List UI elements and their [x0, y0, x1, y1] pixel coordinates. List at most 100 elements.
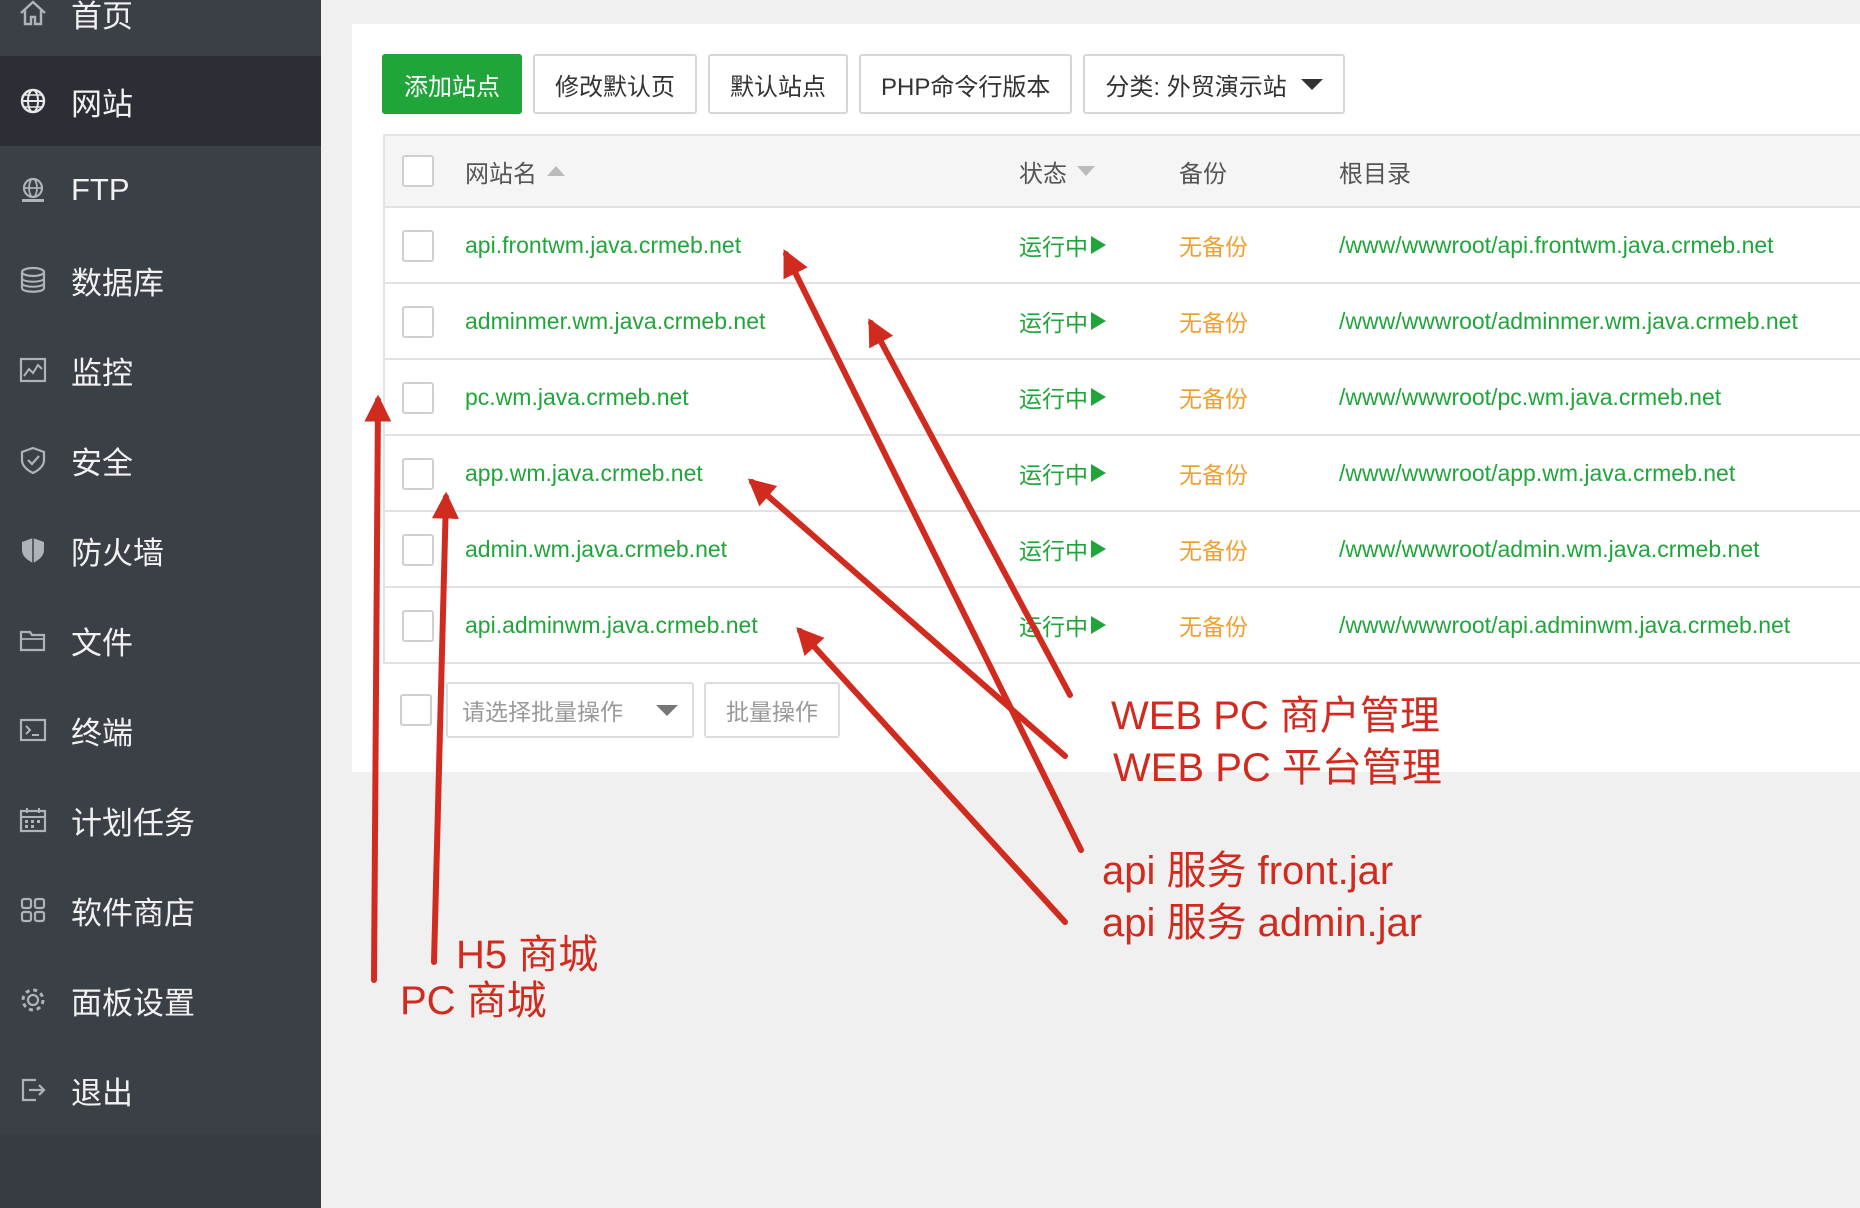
sidebar-item-label: 防火墙	[71, 535, 164, 571]
site-toolbar: 添加站点 修改默认页 默认站点 PHP命令行版本 分类: 外贸演示站	[382, 54, 1345, 114]
site-name-link[interactable]: app.wm.java.crmeb.net	[465, 436, 703, 510]
table-row: api.adminwm.java.crmeb.net 运行中 无备份 /www/…	[383, 588, 1860, 664]
sidebar-item-label: 首页	[71, 0, 133, 34]
batch-operation-button[interactable]: 批量操作	[704, 682, 840, 738]
sidebar-item-cron[interactable]: 计划任务	[0, 775, 321, 865]
category-filter-label: 分类: 外贸演示站	[1105, 73, 1287, 101]
site-status-label: 运行中	[1019, 538, 1088, 564]
sidebar-item-settings[interactable]: 面板设置	[0, 955, 321, 1045]
home-icon	[17, 0, 49, 29]
sidebar-item-firewall[interactable]: 防火墙	[0, 505, 321, 595]
column-header-name[interactable]: 网站名	[465, 136, 565, 206]
play-icon	[1091, 616, 1106, 634]
row-checkbox[interactable]	[402, 230, 434, 262]
select-all-checkbox[interactable]	[402, 155, 434, 187]
sidebar-item-database[interactable]: 数据库	[0, 235, 321, 325]
table-row: adminmer.wm.java.crmeb.net 运行中 无备份 /www/…	[383, 284, 1860, 360]
site-name-link[interactable]: adminmer.wm.java.crmeb.net	[465, 284, 765, 358]
sidebar-item-files[interactable]: 文件	[0, 595, 321, 685]
site-root-link[interactable]: /www/wwwroot/app.wm.java.crmeb.net	[1339, 436, 1735, 510]
apps-grid-icon	[17, 894, 49, 926]
shield-check-icon	[17, 444, 49, 476]
column-header-status-label: 状态	[1019, 160, 1067, 188]
edit-default-page-button[interactable]: 修改默认页	[533, 54, 697, 114]
sidebar-item-terminal[interactable]: 终端	[0, 685, 321, 775]
sidebar-item-label: 安全	[71, 445, 133, 481]
site-table: 网站名 状态 备份 根目录 api.frontwm.java.crmeb.net…	[383, 134, 1860, 664]
row-checkbox[interactable]	[402, 306, 434, 338]
site-root-link[interactable]: /www/wwwroot/admin.wm.java.crmeb.net	[1339, 512, 1760, 586]
play-icon	[1091, 540, 1106, 558]
site-backup-link[interactable]: 无备份	[1179, 436, 1248, 510]
table-header: 网站名 状态 备份 根目录	[383, 136, 1860, 208]
site-backup-link[interactable]: 无备份	[1179, 284, 1248, 358]
column-header-name-label: 网站名	[465, 160, 537, 188]
sidebar-item-monitor[interactable]: 监控	[0, 325, 321, 415]
default-site-button[interactable]: 默认站点	[708, 54, 848, 114]
sidebar-item-website[interactable]: 网站	[0, 56, 321, 146]
site-name-link[interactable]: api.frontwm.java.crmeb.net	[465, 208, 741, 282]
sidebar-item-home[interactable]: 首页	[0, 0, 321, 58]
row-checkbox[interactable]	[402, 382, 434, 414]
firewall-shield-icon	[17, 534, 49, 566]
sidebar-item-security[interactable]: 安全	[0, 415, 321, 505]
site-backup-link[interactable]: 无备份	[1179, 588, 1248, 662]
table-row: admin.wm.java.crmeb.net 运行中 无备份 /www/www…	[383, 512, 1860, 588]
batch-operation-select[interactable]: 请选择批量操作	[446, 682, 694, 738]
annotation-h5-mall: H5 商城	[456, 933, 599, 977]
row-checkbox[interactable]	[402, 610, 434, 642]
site-status-label: 运行中	[1019, 234, 1088, 260]
site-status[interactable]: 运行中	[1019, 360, 1106, 434]
site-backup-link[interactable]: 无备份	[1179, 208, 1248, 282]
play-icon	[1091, 236, 1106, 254]
terminal-icon	[17, 714, 49, 746]
logout-icon	[17, 1074, 49, 1106]
site-status-label: 运行中	[1019, 310, 1088, 336]
sidebar-item-ftp[interactable]: FTP	[0, 145, 321, 235]
batch-actions: 请选择批量操作 批量操作	[383, 672, 840, 748]
site-root-link[interactable]: /www/wwwroot/api.frontwm.java.crmeb.net	[1339, 208, 1774, 282]
monitor-chart-icon	[17, 354, 49, 386]
chevron-down-icon	[1300, 78, 1323, 90]
site-root-link[interactable]: /www/wwwroot/pc.wm.java.crmeb.net	[1339, 360, 1721, 434]
globe-icon	[17, 85, 49, 117]
sidebar-item-label: 软件商店	[71, 895, 195, 931]
sidebar-item-logout[interactable]: 退出	[0, 1045, 321, 1135]
site-name-link[interactable]: api.adminwm.java.crmeb.net	[465, 588, 758, 662]
site-status-label: 运行中	[1019, 462, 1088, 488]
batch-select-all-checkbox[interactable]	[400, 694, 432, 726]
annotation-api-front: api 服务 front.jar	[1102, 849, 1394, 893]
site-backup-link[interactable]: 无备份	[1179, 360, 1248, 434]
column-header-root: 根目录	[1339, 160, 1411, 188]
sidebar-item-label: 监控	[71, 355, 133, 391]
sidebar-item-label: 数据库	[71, 265, 164, 301]
play-icon	[1091, 388, 1106, 406]
row-checkbox[interactable]	[402, 458, 434, 490]
play-icon	[1091, 464, 1106, 482]
annotation-api-admin: api 服务 admin.jar	[1102, 901, 1423, 945]
row-checkbox[interactable]	[402, 534, 434, 566]
site-status[interactable]: 运行中	[1019, 588, 1106, 662]
column-header-status[interactable]: 状态	[1019, 136, 1095, 206]
site-root-link[interactable]: /www/wwwroot/adminmer.wm.java.crmeb.net	[1339, 284, 1798, 358]
site-status[interactable]: 运行中	[1019, 208, 1106, 282]
site-status[interactable]: 运行中	[1019, 436, 1106, 510]
sidebar-footer	[0, 1134, 321, 1208]
category-filter-select[interactable]: 分类: 外贸演示站	[1083, 54, 1345, 114]
gear-icon	[17, 984, 49, 1016]
site-status-label: 运行中	[1019, 614, 1088, 640]
site-root-link[interactable]: /www/wwwroot/api.adminwm.java.crmeb.net	[1339, 588, 1790, 662]
database-icon	[17, 264, 49, 296]
site-name-link[interactable]: pc.wm.java.crmeb.net	[465, 360, 689, 434]
table-row: pc.wm.java.crmeb.net 运行中 无备份 /www/wwwroo…	[383, 360, 1860, 436]
sidebar-item-store[interactable]: 软件商店	[0, 865, 321, 955]
batch-operation-placeholder: 请选择批量操作	[462, 699, 623, 725]
annotation-web-pc-platform: WEB PC 平台管理	[1113, 746, 1442, 790]
php-cli-version-button[interactable]: PHP命令行版本	[859, 54, 1073, 114]
site-backup-link[interactable]: 无备份	[1179, 512, 1248, 586]
sidebar-item-label: 网站	[71, 86, 133, 122]
add-site-button[interactable]: 添加站点	[382, 54, 522, 114]
site-name-link[interactable]: admin.wm.java.crmeb.net	[465, 512, 727, 586]
site-status[interactable]: 运行中	[1019, 284, 1106, 358]
site-status[interactable]: 运行中	[1019, 512, 1106, 586]
